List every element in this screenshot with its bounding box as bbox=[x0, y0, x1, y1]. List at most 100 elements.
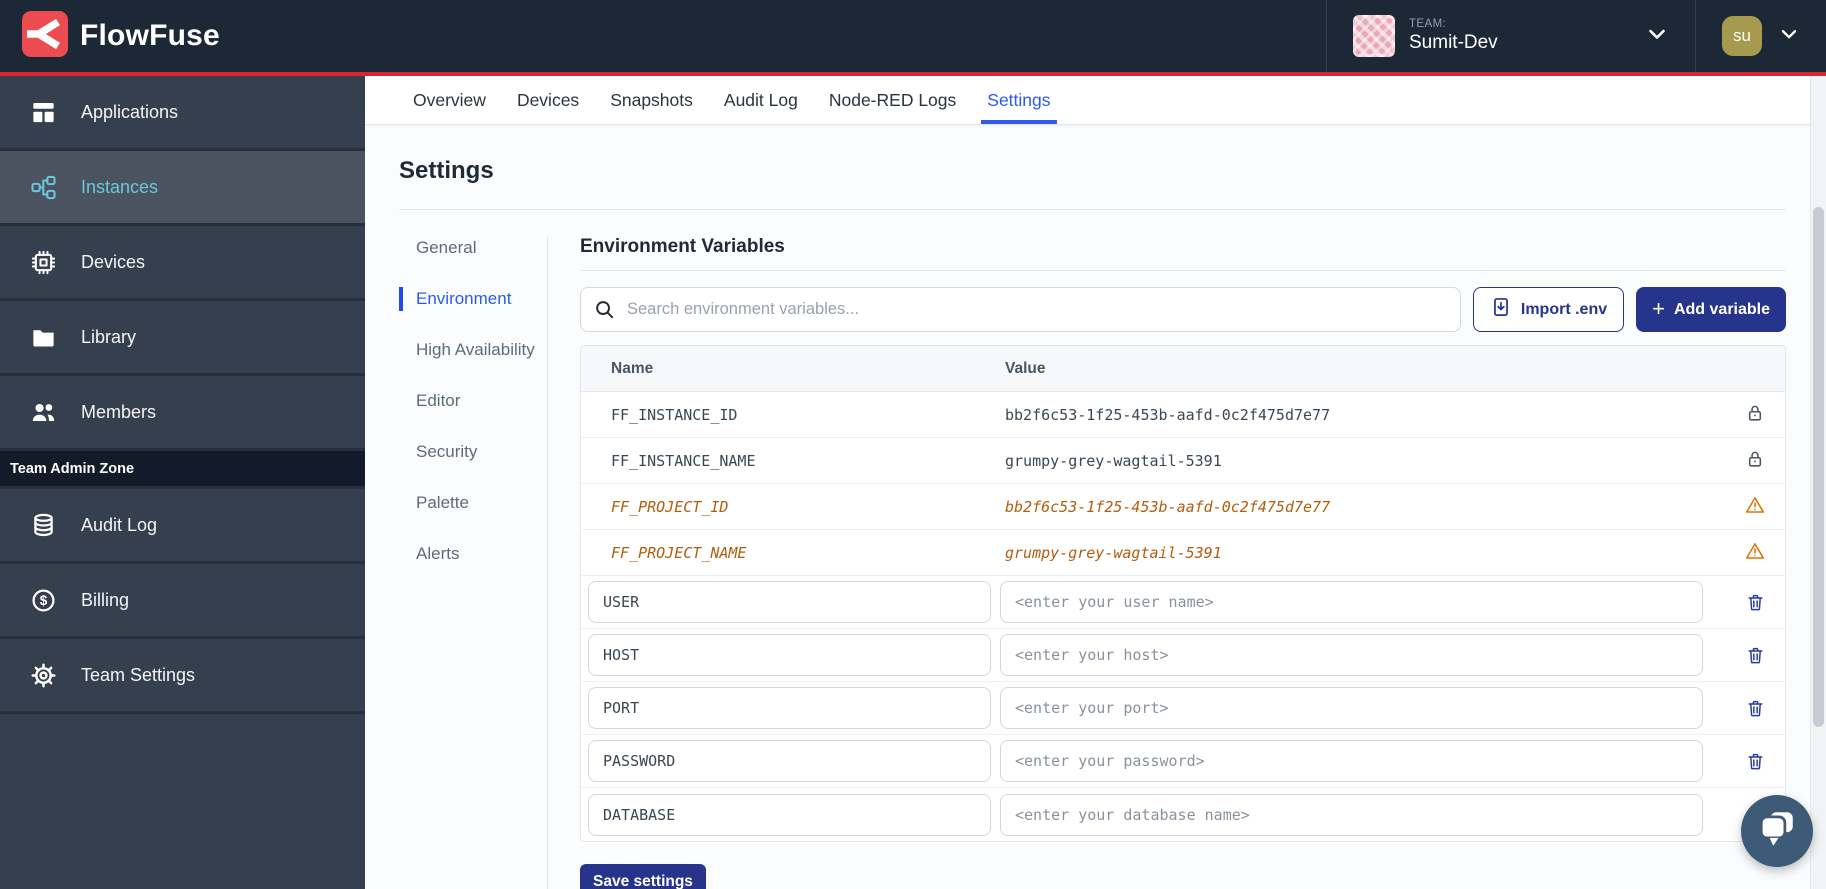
billing-icon: $ bbox=[30, 587, 57, 614]
settings-nav-environment[interactable]: Environment bbox=[399, 287, 547, 311]
panel-title: Environment Variables bbox=[580, 236, 1786, 258]
import-env-label: Import .env bbox=[1521, 301, 1607, 319]
sidebar-item-devices[interactable]: Devices bbox=[0, 226, 365, 301]
members-icon bbox=[30, 399, 57, 426]
env-row-ff-project-id: FF_PROJECT_IDbb2f6c53-1f25-453b-aafd-0c2… bbox=[581, 484, 1785, 530]
sidebar-item-billing[interactable]: $ Billing bbox=[0, 564, 365, 639]
instance-tabbar: Overview Devices Snapshots Audit Log Node-RE… bbox=[365, 76, 1810, 125]
sidebar-item-label: Applications bbox=[81, 102, 178, 123]
env-toolbar: Import .env + Add variable bbox=[580, 287, 1786, 332]
trash-icon[interactable] bbox=[1741, 747, 1770, 776]
chevron-down-icon bbox=[1645, 22, 1669, 51]
env-var-value-input-password[interactable] bbox=[1000, 740, 1703, 782]
settings-nav-palette[interactable]: Palette bbox=[399, 491, 547, 515]
page-title: Settings bbox=[399, 155, 1786, 187]
env-row-host bbox=[581, 629, 1785, 682]
lock-icon bbox=[1744, 402, 1766, 428]
env-row-password bbox=[581, 735, 1785, 788]
env-row-user bbox=[581, 576, 1785, 629]
trash-icon[interactable] bbox=[1741, 588, 1770, 617]
sidebar-item-label: Members bbox=[81, 402, 156, 423]
sidebar-item-label: Team Settings bbox=[81, 665, 195, 686]
settings-subnav: General Environment High Availability Edito… bbox=[399, 236, 547, 593]
page-scrollbar bbox=[1810, 76, 1826, 889]
main-area: Overview Devices Snapshots Audit Log Node-RE… bbox=[365, 76, 1810, 889]
import-env-button[interactable]: Import .env bbox=[1473, 287, 1624, 332]
brand: FlowFuse bbox=[0, 11, 220, 62]
env-var-value-input-user[interactable] bbox=[1000, 581, 1703, 623]
settings-nav-high-availability[interactable]: High Availability bbox=[399, 338, 547, 362]
env-var-name-input-host[interactable] bbox=[588, 634, 991, 676]
env-row-ff-instance-id: FF_INSTANCE_IDbb2f6c53-1f25-453b-aafd-0c… bbox=[581, 392, 1785, 438]
sidebar-item-members[interactable]: Members bbox=[0, 376, 365, 451]
env-var-name: FF_PROJECT_ID bbox=[581, 498, 1005, 516]
sidebar-item-team-settings[interactable]: Team Settings bbox=[0, 639, 365, 714]
env-var-name-input-port[interactable] bbox=[588, 687, 991, 729]
tab-snapshots[interactable]: Snapshots bbox=[608, 76, 695, 124]
search-box bbox=[580, 287, 1461, 332]
warning-icon bbox=[1744, 494, 1766, 520]
env-var-name: FF_INSTANCE_ID bbox=[581, 406, 1005, 424]
env-variables-table: Name Value FF_INSTANCE_IDbb2f6c53-1f25-4… bbox=[580, 345, 1786, 842]
divider bbox=[399, 209, 1786, 210]
sidebar-item-library[interactable]: Library bbox=[0, 301, 365, 376]
env-row-ff-instance-name: FF_INSTANCE_NAMEgrumpy-grey-wagtail-5391 bbox=[581, 438, 1785, 484]
settings-nav-editor[interactable]: Editor bbox=[399, 389, 547, 413]
column-header-value: Value bbox=[1005, 360, 1725, 378]
column-header-name: Name bbox=[581, 360, 1005, 378]
env-var-value: grumpy-grey-wagtail-5391 bbox=[1005, 544, 1725, 562]
import-file-icon bbox=[1490, 296, 1512, 323]
tab-settings[interactable]: Settings bbox=[985, 76, 1052, 124]
team-label: TEAM: bbox=[1409, 18, 1498, 31]
user-avatar: su bbox=[1722, 16, 1762, 56]
env-var-name: FF_PROJECT_NAME bbox=[581, 544, 1005, 562]
settings-nav-alerts[interactable]: Alerts bbox=[399, 542, 547, 566]
brand-name: FlowFuse bbox=[80, 19, 220, 53]
plus-icon: + bbox=[1652, 298, 1665, 320]
env-var-value-input-host[interactable] bbox=[1000, 634, 1703, 676]
chat-widget-button[interactable] bbox=[1741, 795, 1813, 867]
chat-bubbles-icon bbox=[1756, 808, 1798, 855]
save-settings-button[interactable]: Save settings bbox=[580, 864, 706, 889]
env-var-value: grumpy-grey-wagtail-5391 bbox=[1005, 452, 1725, 470]
lock-icon bbox=[1744, 448, 1766, 474]
trash-icon[interactable] bbox=[1741, 694, 1770, 723]
scrollbar-thumb[interactable] bbox=[1813, 207, 1824, 727]
library-icon bbox=[30, 324, 57, 351]
search-input[interactable] bbox=[580, 287, 1461, 332]
add-variable-label: Add variable bbox=[1674, 301, 1770, 319]
sidebar-item-label: Library bbox=[81, 327, 136, 348]
search-icon bbox=[593, 298, 616, 326]
sidebar-item-instances[interactable]: Instances bbox=[0, 151, 365, 226]
user-menu[interactable]: su bbox=[1696, 0, 1826, 72]
warning-icon bbox=[1744, 540, 1766, 566]
env-var-value: bb2f6c53-1f25-453b-aafd-0c2f475d7e77 bbox=[1005, 406, 1725, 424]
sidebar-item-label: Audit Log bbox=[81, 515, 157, 536]
svg-text:$: $ bbox=[40, 593, 48, 608]
settings-nav-general[interactable]: General bbox=[399, 236, 547, 260]
team-selector[interactable]: TEAM: Sumit-Dev bbox=[1326, 0, 1696, 72]
chevron-down-icon bbox=[1778, 23, 1800, 50]
env-var-value-input-database[interactable] bbox=[1000, 794, 1703, 836]
settings-nav-security[interactable]: Security bbox=[399, 440, 547, 464]
settings-content: Settings General Environment High Availabi… bbox=[365, 125, 1810, 889]
env-var-name-input-database[interactable] bbox=[588, 794, 991, 836]
tab-node-red-logs[interactable]: Node-RED Logs bbox=[827, 76, 958, 124]
tab-devices[interactable]: Devices bbox=[515, 76, 581, 124]
tab-overview[interactable]: Overview bbox=[411, 76, 488, 124]
env-var-name-input-user[interactable] bbox=[588, 581, 991, 623]
instances-icon bbox=[30, 174, 57, 201]
env-row-database bbox=[581, 788, 1785, 841]
env-var-value-input-port[interactable] bbox=[1000, 687, 1703, 729]
flowfuse-logo-icon bbox=[22, 11, 68, 62]
sidebar-item-applications[interactable]: Applications bbox=[0, 76, 365, 151]
trash-icon[interactable] bbox=[1741, 641, 1770, 670]
add-variable-button[interactable]: + Add variable bbox=[1636, 287, 1786, 332]
tab-audit-log[interactable]: Audit Log bbox=[722, 76, 800, 124]
sidebar-item-audit-log[interactable]: Audit Log bbox=[0, 489, 365, 564]
sidebar-item-label: Devices bbox=[81, 252, 145, 273]
env-var-name-input-password[interactable] bbox=[588, 740, 991, 782]
sidebar-item-label: Billing bbox=[81, 590, 129, 611]
env-var-name: FF_INSTANCE_NAME bbox=[581, 452, 1005, 470]
applications-icon bbox=[30, 99, 57, 126]
